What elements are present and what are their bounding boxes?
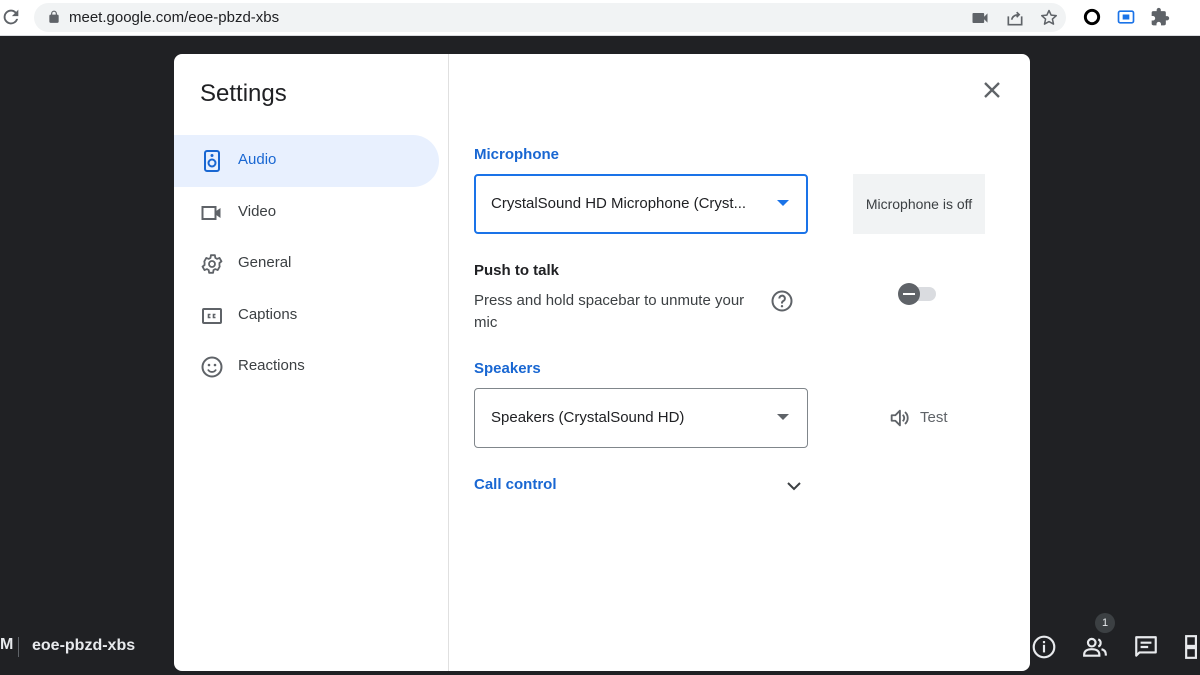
extension-circle-icon[interactable] — [1082, 7, 1102, 27]
lock-icon[interactable] — [47, 10, 61, 24]
gear-icon — [201, 254, 223, 274]
nav-item-captions[interactable]: Captions — [174, 290, 439, 342]
test-label: Test — [920, 409, 948, 426]
extensions-puzzle-icon[interactable] — [1150, 7, 1170, 27]
microphone-label: Microphone — [474, 146, 559, 163]
chevron-down-icon — [787, 482, 801, 491]
address-bar[interactable]: meet.google.com/eoe-pbzd-xbs — [34, 3, 1066, 32]
speaker-icon — [204, 150, 220, 172]
push-to-talk-title: Push to talk — [474, 262, 560, 279]
nav-label-video: Video — [238, 203, 277, 220]
meeting-info: M eoe-pbzd-xbs — [0, 636, 135, 657]
push-to-talk-toggle[interactable] — [898, 282, 938, 305]
dialog-title: Settings — [200, 80, 287, 107]
nav-label-reactions: Reactions — [238, 357, 305, 374]
closed-caption-icon — [202, 308, 222, 324]
nav-label-general: General — [238, 254, 292, 271]
speakers-select-value: Speakers (CrystalSound HD) — [491, 409, 685, 426]
test-speakers-button[interactable]: Test — [886, 404, 966, 432]
meeting-time-truncated: M — [0, 636, 14, 653]
dropdown-arrow-icon — [777, 414, 789, 420]
nav-label-audio: Audio — [238, 151, 277, 168]
call-control-label: Call control — [474, 476, 557, 493]
microphone-select-value: CrystalSound HD Microphone (Cryst... — [491, 195, 747, 212]
chat-icon[interactable] — [1133, 634, 1159, 660]
speakers-select[interactable]: Speakers (CrystalSound HD) — [474, 388, 808, 448]
volume-icon — [890, 409, 909, 427]
close-icon[interactable] — [978, 76, 1006, 104]
push-to-talk-description: Press and hold spacebar to unmute your m… — [474, 292, 745, 331]
help-icon[interactable] — [770, 289, 794, 313]
call-control-expander[interactable]: Call control — [474, 474, 808, 500]
nav-label-captions: Captions — [238, 306, 298, 323]
share-icon[interactable] — [1005, 8, 1025, 28]
microphone-status: Microphone is off — [853, 174, 985, 234]
activities-icon[interactable] — [1184, 634, 1200, 660]
settings-dialog: Settings Audio Video General Captions Re… — [174, 54, 1030, 671]
microphone-select[interactable]: CrystalSound HD Microphone (Cryst... — [474, 174, 808, 234]
camera-permission-icon[interactable] — [970, 8, 990, 28]
participant-count-badge: 1 — [1095, 613, 1115, 633]
speakers-label: Speakers — [474, 360, 541, 377]
people-icon[interactable] — [1082, 634, 1108, 660]
reload-icon[interactable] — [0, 6, 22, 28]
info-icon[interactable] — [1031, 634, 1057, 660]
settings-sidebar: Settings Audio Video General Captions Re… — [174, 54, 449, 671]
divider — [18, 637, 19, 657]
dropdown-arrow-icon — [777, 200, 789, 206]
url-text[interactable]: meet.google.com/eoe-pbzd-xbs — [69, 9, 279, 26]
videocam-icon — [201, 206, 221, 220]
nav-item-reactions[interactable]: Reactions — [174, 341, 439, 393]
toggle-knob — [898, 283, 920, 305]
nav-item-audio[interactable]: Audio — [174, 135, 439, 187]
meeting-code: eoe-pbzd-xbs — [32, 637, 136, 654]
bookmark-star-icon[interactable] — [1039, 8, 1059, 28]
browser-toolbar: meet.google.com/eoe-pbzd-xbs — [0, 0, 1200, 36]
smiley-icon — [201, 356, 223, 378]
nav-item-general[interactable]: General — [174, 238, 439, 290]
screen-capture-extension-icon[interactable] — [1116, 7, 1136, 27]
nav-item-video[interactable]: Video — [174, 187, 439, 239]
